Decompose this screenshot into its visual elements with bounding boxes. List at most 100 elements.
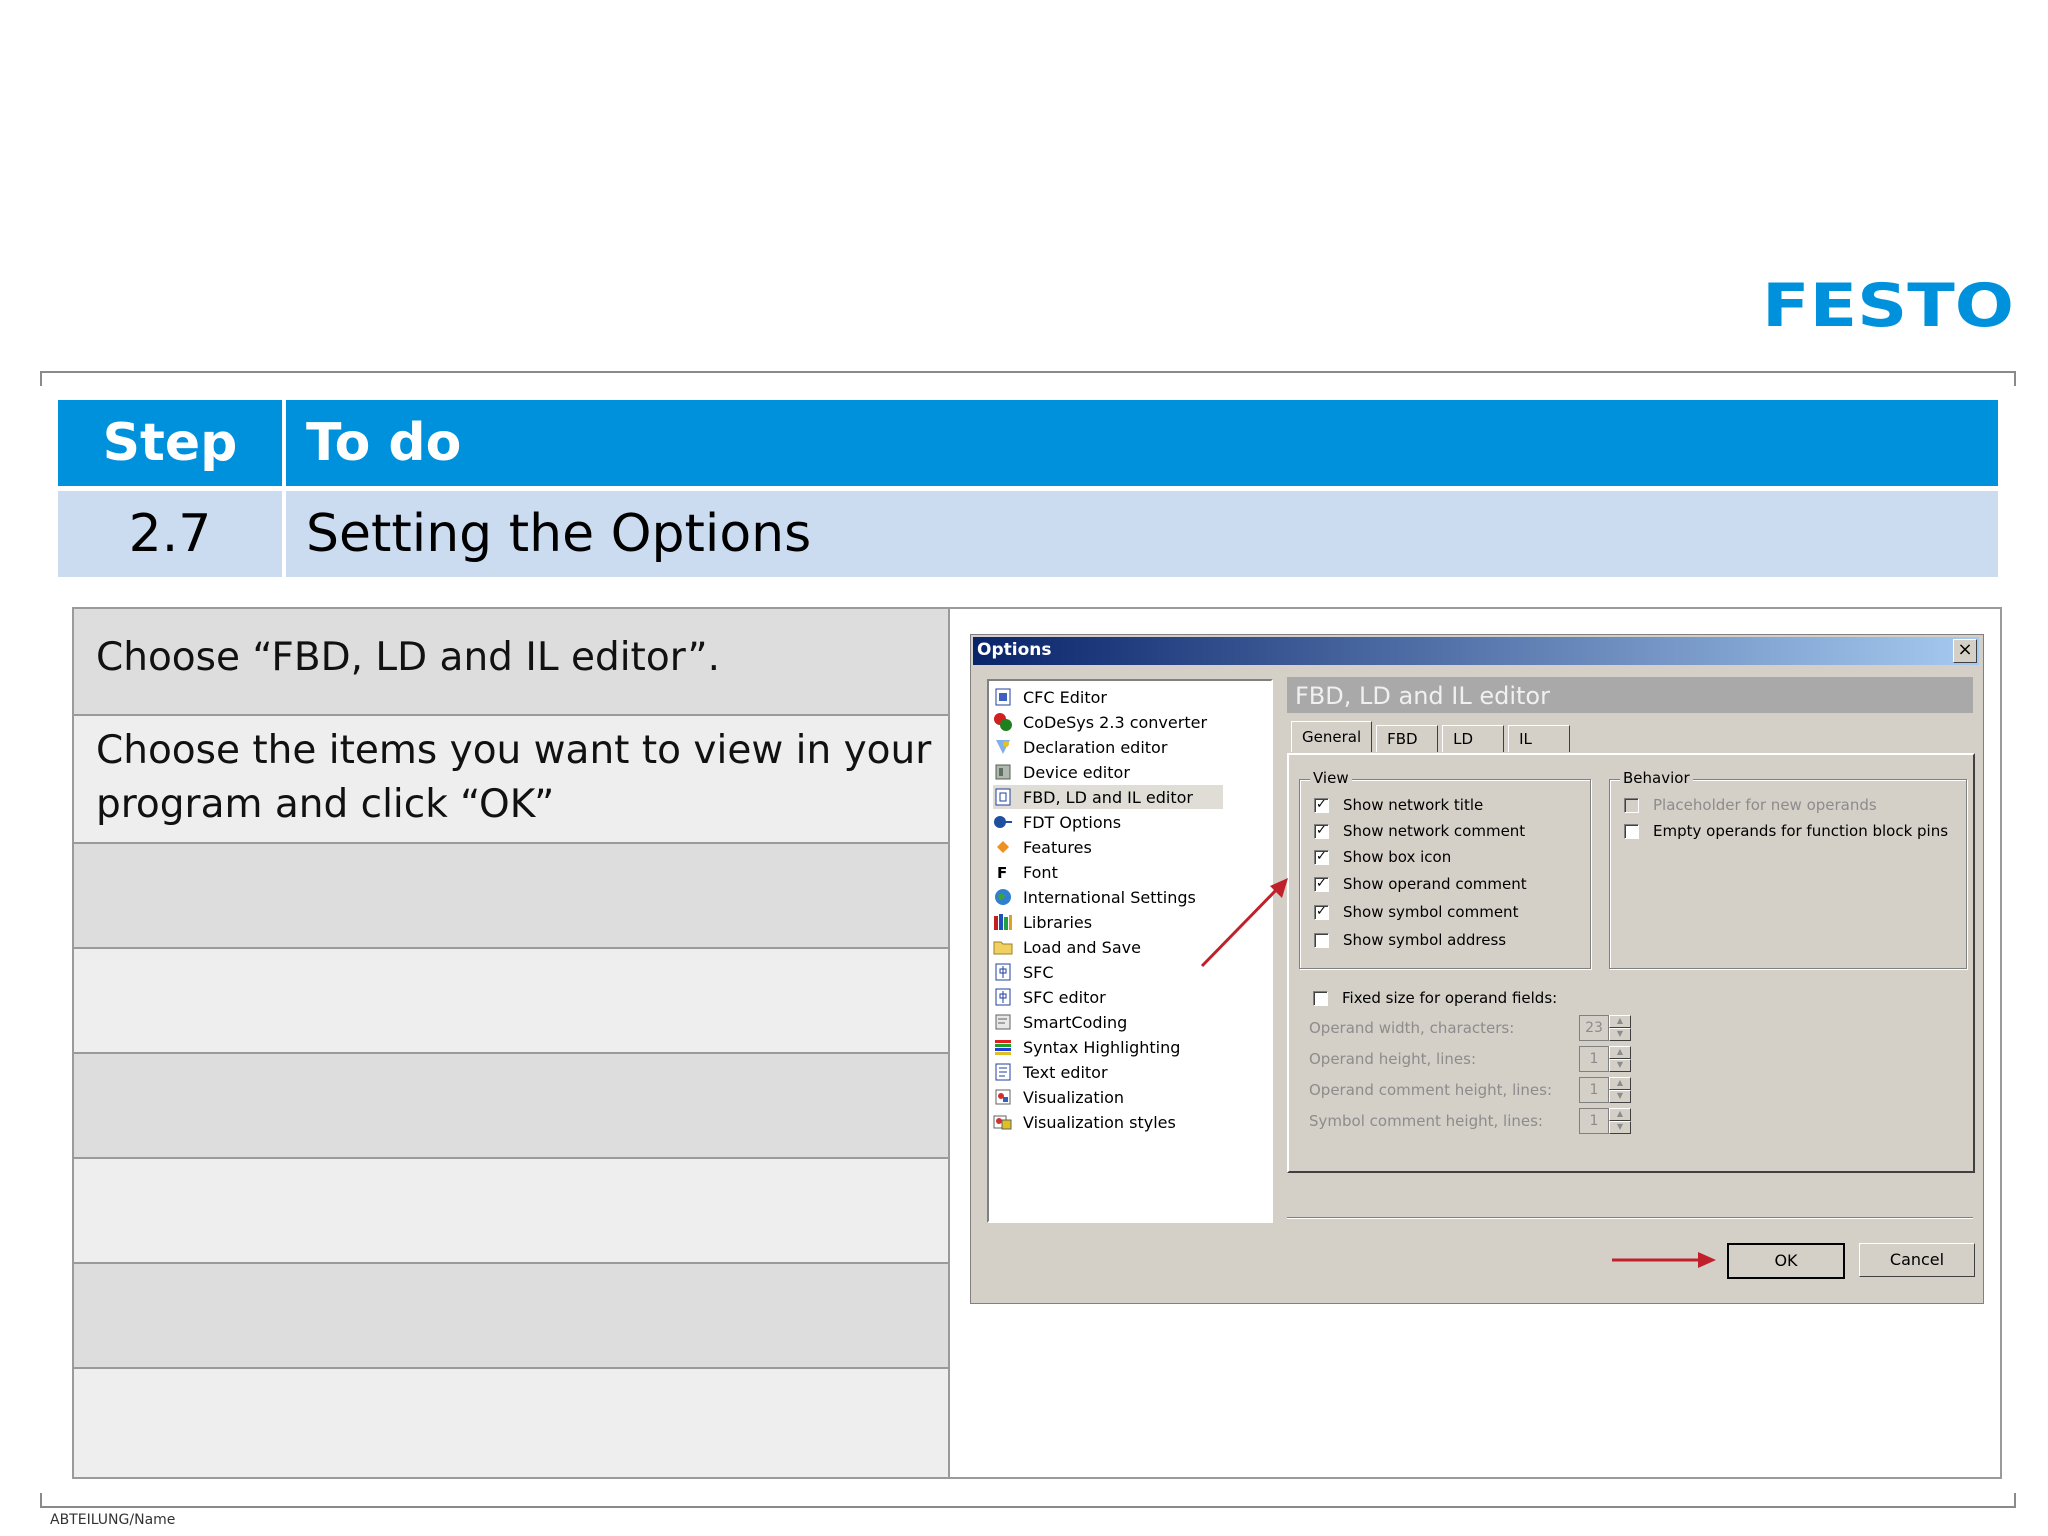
fdt-icon: [993, 812, 1013, 832]
declaration-icon: [993, 737, 1013, 757]
checkbox[interactable]: [1624, 823, 1639, 839]
visualization-styles-icon: [993, 1112, 1013, 1132]
dialog-title: Options: [977, 640, 1052, 660]
operand-comment-height-spinner[interactable]: 1 ▲ ▼: [1579, 1077, 1633, 1103]
panel-title-bar: FBD, LD and IL editor: [1287, 677, 1973, 713]
tree-item-text-editor[interactable]: Text editor: [993, 1060, 1108, 1084]
tree-item-load-and-save[interactable]: Load and Save: [993, 935, 1141, 959]
checkbox[interactable]: ✓: [1314, 849, 1329, 865]
operand-width-spinner[interactable]: 23 ▲ ▼: [1579, 1015, 1633, 1041]
operand-height-spinner[interactable]: 1 ▲ ▼: [1579, 1046, 1633, 1072]
svg-text:F: F: [997, 864, 1007, 881]
step-row: 2.7 Setting the Options: [58, 491, 1998, 577]
converter-icon: [993, 712, 1013, 732]
dialog-titlebar: Options ×: [973, 637, 1979, 665]
tree-item-features[interactable]: Features: [993, 835, 1092, 859]
tree-item-libraries[interactable]: Libraries: [993, 910, 1092, 934]
spin-up-icon[interactable]: ▲: [1609, 1046, 1631, 1059]
tree-item-font[interactable]: F Font: [993, 860, 1058, 884]
spin-up-icon[interactable]: ▲: [1609, 1077, 1631, 1090]
step-title: Setting the Options: [306, 504, 812, 564]
spin-up-icon[interactable]: ▲: [1609, 1015, 1631, 1028]
spin-down-icon[interactable]: ▼: [1609, 1090, 1631, 1103]
fixed-size-option[interactable]: Fixed size for operand fields:: [1313, 987, 1557, 1009]
instruction-text: Choose the items you want to view in you…: [96, 728, 932, 827]
show-network-comment-option[interactable]: ✓ Show network comment: [1314, 820, 1525, 842]
tree-item-device-editor[interactable]: Device editor: [993, 760, 1130, 784]
show-network-title-option[interactable]: ✓ Show network title: [1314, 794, 1483, 816]
annotation-arrow-icon: [1612, 1252, 1716, 1268]
spin-down-icon[interactable]: ▼: [1609, 1028, 1631, 1041]
tree-item-cfc-editor[interactable]: CFC Editor: [993, 685, 1107, 709]
checkbox[interactable]: [1314, 932, 1329, 948]
device-icon: [993, 762, 1013, 782]
operand-height-value[interactable]: 1: [1579, 1046, 1609, 1072]
text-editor-icon: [993, 1062, 1013, 1082]
show-symbol-address-option[interactable]: Show symbol address: [1314, 929, 1506, 951]
options-dialog: Options × CFC Editor CoDeSys 2.3 convert…: [970, 634, 1984, 1304]
tree-item-fbd-ld-il-editor[interactable]: FBD, LD and IL editor: [993, 785, 1223, 809]
globe-icon: [993, 887, 1013, 907]
panel-title: FBD, LD and IL editor: [1295, 682, 1550, 710]
step-header-table: Step To do 2.7 Setting the Options: [58, 400, 1998, 577]
empty-row: [74, 1264, 948, 1369]
tab-fbd[interactable]: FBD: [1376, 725, 1439, 752]
tree-item-declaration-editor[interactable]: Declaration editor: [993, 735, 1167, 759]
tree-item-syntax-highlighting[interactable]: Syntax Highlighting: [993, 1035, 1180, 1059]
tree-item-sfc[interactable]: SFC: [993, 960, 1054, 984]
empty-operands-option[interactable]: Empty operands for function block pins: [1624, 820, 1948, 842]
col-todo-heading: To do: [306, 413, 462, 473]
frame-top: [40, 371, 2016, 386]
header-row: Step To do: [58, 400, 1998, 486]
ok-button[interactable]: OK: [1727, 1243, 1845, 1279]
checkbox[interactable]: ✓: [1314, 797, 1329, 813]
operand-width-value[interactable]: 23: [1579, 1015, 1609, 1041]
tree-item-smartcoding[interactable]: SmartCoding: [993, 1010, 1127, 1034]
show-operand-comment-option[interactable]: ✓ Show operand comment: [1314, 873, 1527, 895]
tree-item-visualization-styles[interactable]: Visualization styles: [993, 1110, 1176, 1134]
tab-ld[interactable]: LD: [1442, 725, 1505, 752]
spin-down-icon[interactable]: ▼: [1609, 1121, 1631, 1134]
placeholder-new-operands-option[interactable]: Placeholder for new operands: [1624, 794, 1877, 816]
tree-item-codesys-converter[interactable]: CoDeSys 2.3 converter: [993, 710, 1207, 734]
frame-bottom: [40, 1493, 2016, 1508]
checkbox[interactable]: ✓: [1314, 904, 1329, 920]
tab-general[interactable]: General: [1291, 721, 1373, 752]
spin-up-icon[interactable]: ▲: [1609, 1108, 1631, 1121]
step-number: 2.7: [128, 504, 212, 564]
empty-row: [74, 1054, 948, 1159]
editor-tabs: General FBD LD IL: [1291, 721, 1574, 753]
behavior-group: Behavior Placeholder for new operands Em…: [1609, 769, 1967, 969]
operand-width-label: Operand width, characters:: [1309, 1019, 1515, 1037]
operand-comment-height-value[interactable]: 1: [1579, 1077, 1609, 1103]
libraries-icon: [993, 912, 1013, 932]
cancel-button[interactable]: Cancel: [1859, 1243, 1975, 1277]
view-group-label: View: [1310, 769, 1352, 787]
tree-item-visualization[interactable]: Visualization: [993, 1085, 1124, 1109]
smartcoding-icon: [993, 1012, 1013, 1032]
show-box-icon-option[interactable]: ✓ Show box icon: [1314, 846, 1451, 868]
checkbox[interactable]: [1624, 797, 1639, 813]
cfc-icon: [993, 687, 1013, 707]
empty-row: [74, 949, 948, 1054]
tree-item-sfc-editor[interactable]: SFC editor: [993, 985, 1106, 1009]
sfc-editor-icon: [993, 987, 1013, 1007]
spin-down-icon[interactable]: ▼: [1609, 1059, 1631, 1072]
syntax-icon: [993, 1037, 1013, 1057]
tree-item-international-settings[interactable]: International Settings: [993, 885, 1196, 909]
checkbox[interactable]: ✓: [1314, 823, 1329, 839]
features-icon: [993, 837, 1013, 857]
annotation-arrow-icon: [1200, 878, 1288, 968]
checkbox[interactable]: [1313, 990, 1328, 1006]
tree-item-fdt-options[interactable]: FDT Options: [993, 810, 1121, 834]
font-icon: F: [993, 862, 1013, 882]
close-icon[interactable]: ×: [1953, 639, 1977, 663]
show-symbol-comment-option[interactable]: ✓ Show symbol comment: [1314, 901, 1518, 923]
festo-logo-text: FESTO: [1762, 271, 2014, 338]
symbol-comment-height-spinner[interactable]: 1 ▲ ▼: [1579, 1108, 1633, 1134]
checkbox[interactable]: ✓: [1314, 876, 1329, 892]
tab-il[interactable]: IL: [1508, 725, 1571, 752]
symbol-comment-height-value[interactable]: 1: [1579, 1108, 1609, 1134]
fbd-icon: [993, 787, 1013, 807]
symbol-comment-height-label: Symbol comment height, lines:: [1309, 1112, 1543, 1130]
